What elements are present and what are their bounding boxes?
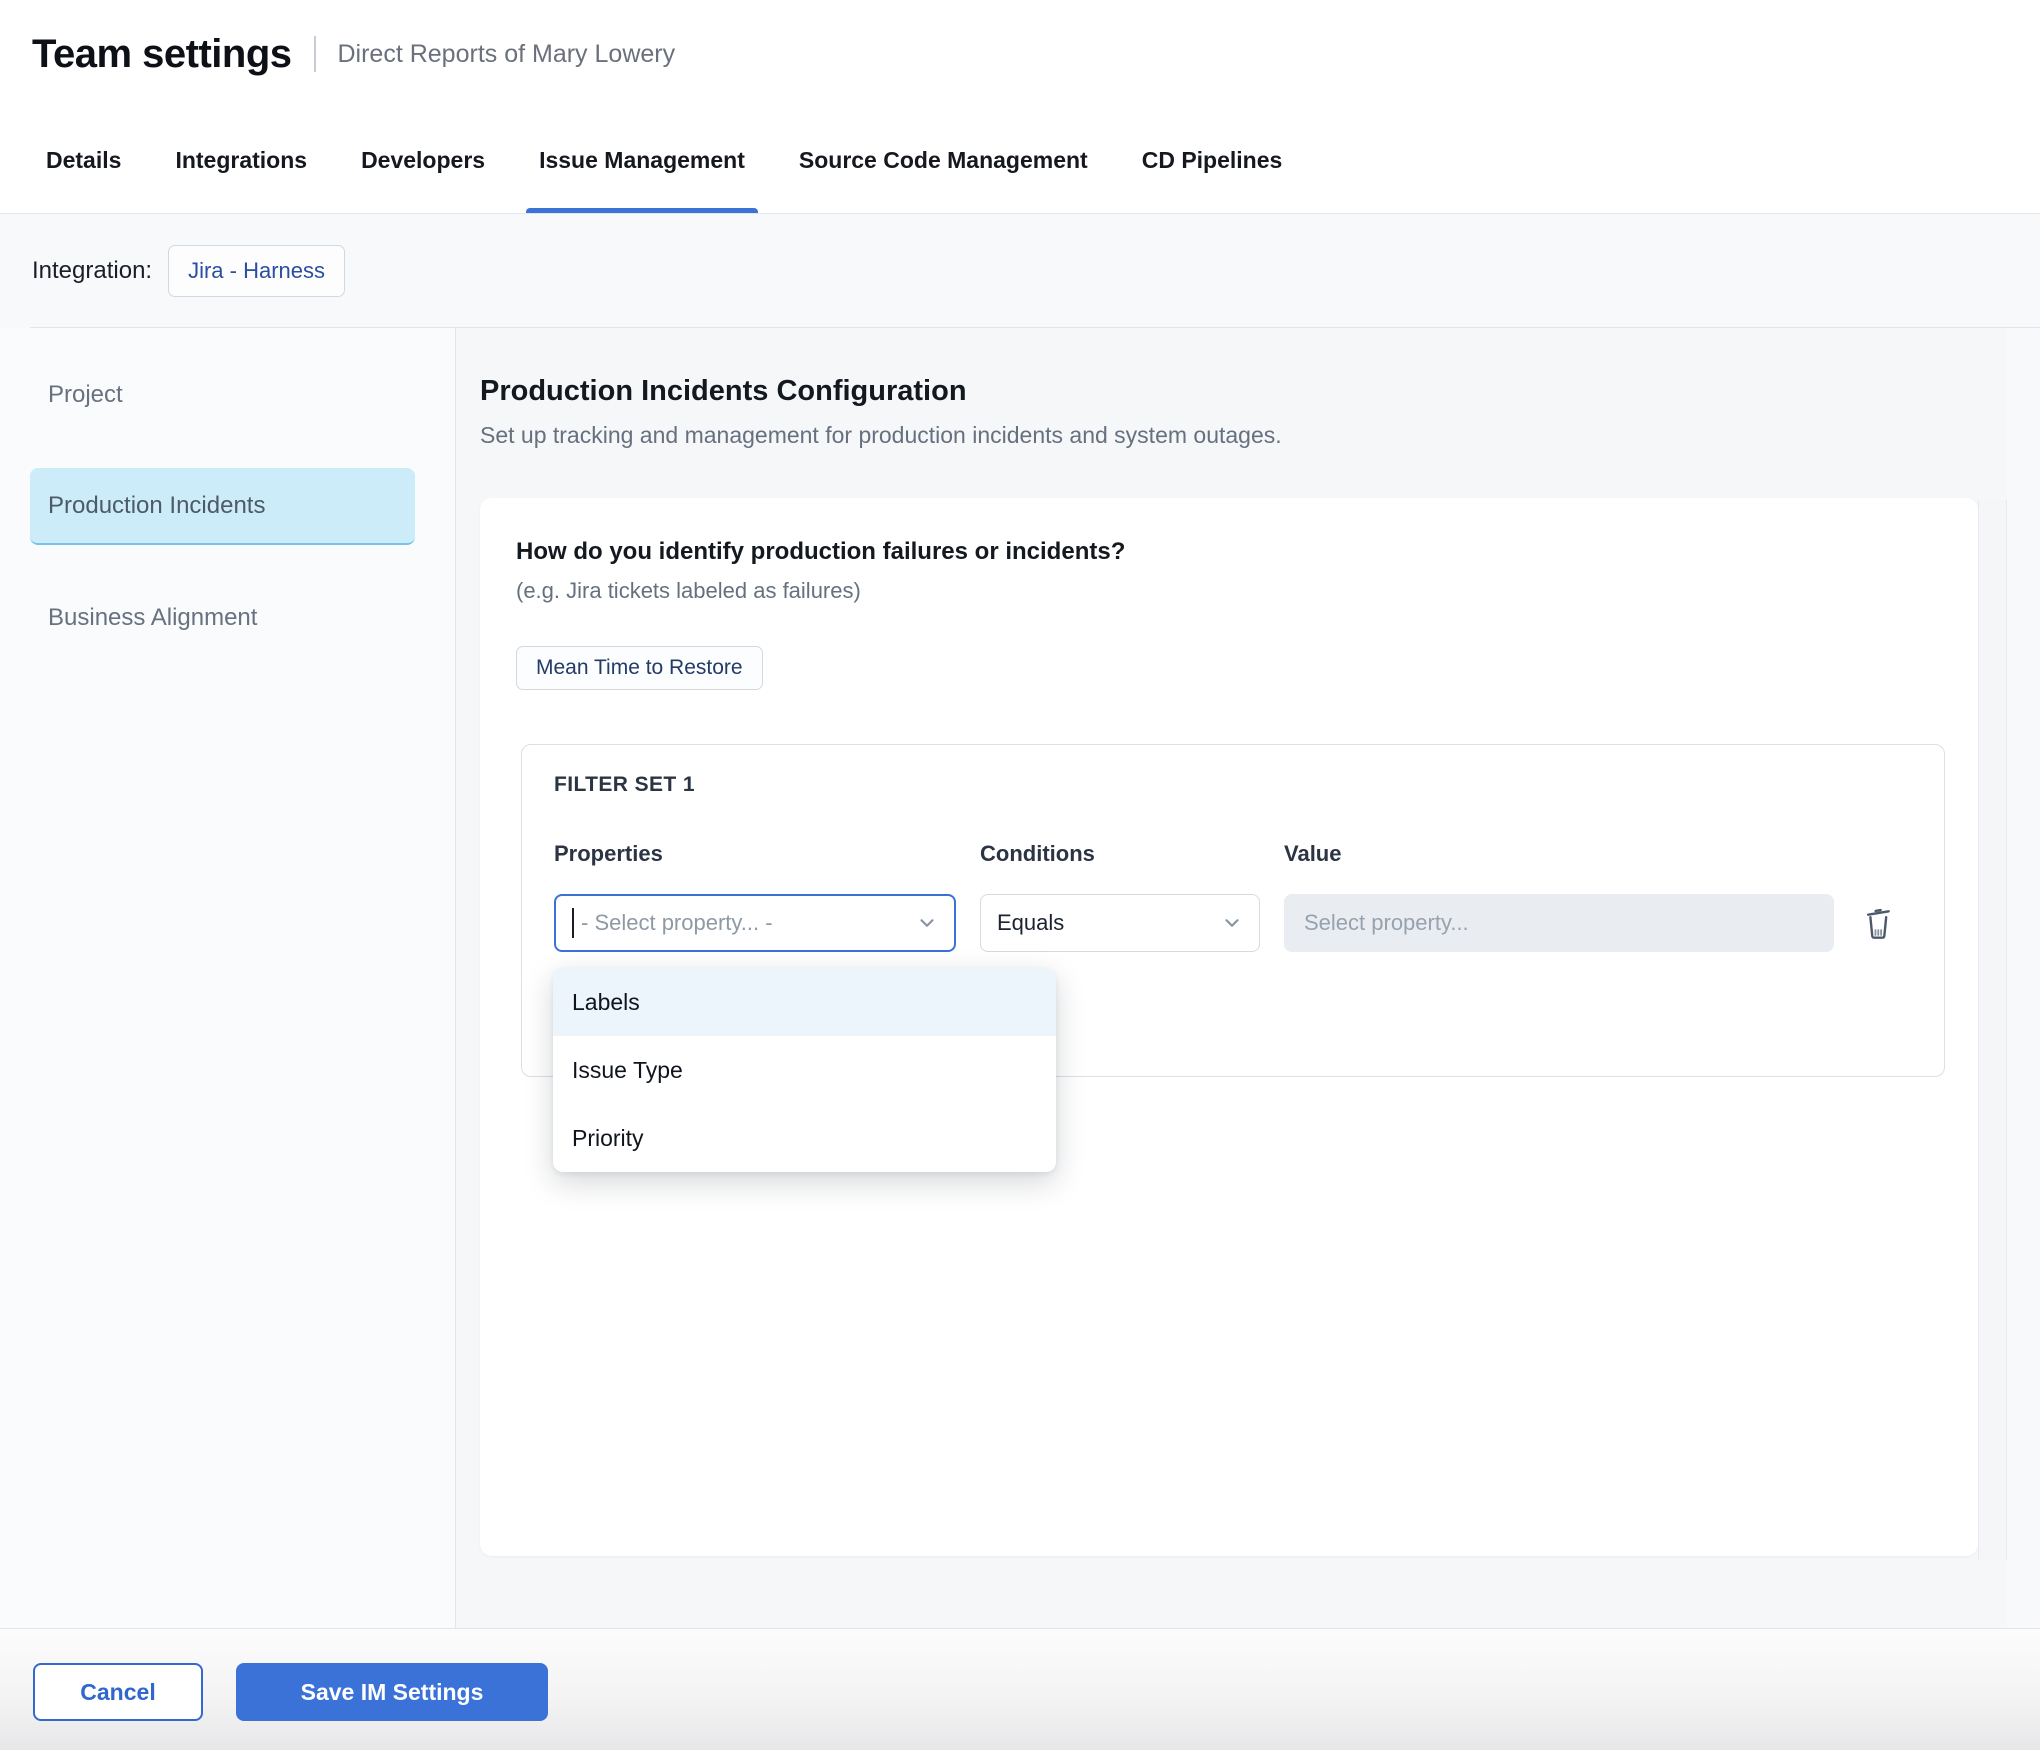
integration-row: Integration: Jira - Harness: [0, 214, 2040, 327]
section-description: Set up tracking and management for produ…: [480, 422, 2007, 449]
condition-select-value: Equals: [997, 910, 1064, 936]
value-column-label: Value: [1284, 841, 1834, 867]
footer-action-bar: Cancel Save IM Settings: [0, 1628, 2040, 1750]
property-dropdown-menu: Labels Issue Type Priority: [553, 968, 1056, 1172]
dropdown-option-labels[interactable]: Labels: [553, 968, 1056, 1036]
vertical-scrollbar-track[interactable]: [1978, 500, 2007, 1560]
conditions-column-label: Conditions: [980, 841, 1260, 867]
chevron-down-icon: [1221, 912, 1243, 934]
sidebar-item-business-alignment[interactable]: Business Alignment: [0, 585, 455, 651]
value-input[interactable]: [1284, 894, 1834, 952]
filter-set-card: FILTER SET 1 Properties Conditions Value…: [521, 744, 1945, 1077]
tab-details[interactable]: Details: [33, 108, 134, 213]
property-select[interactable]: - Select property... -: [554, 894, 956, 952]
page-header: Team settings Direct Reports of Mary Low…: [0, 0, 2040, 108]
trash-icon: [1861, 904, 1895, 942]
page-title: Team settings: [32, 32, 292, 77]
incidents-config-card: How do you identify production failures …: [480, 498, 1978, 1556]
dropdown-option-issue-type[interactable]: Issue Type: [553, 1036, 1056, 1104]
integration-chip[interactable]: Jira - Harness: [168, 245, 345, 297]
tab-developers[interactable]: Developers: [348, 108, 498, 213]
tab-bar: Details Integrations Developers Issue Ma…: [0, 108, 2040, 214]
settings-sidebar: Project Production Incidents Business Al…: [0, 328, 456, 1628]
question-heading: How do you identify production failures …: [516, 538, 1942, 566]
main-panel: Production Incidents Configuration Set u…: [456, 328, 2007, 1628]
title-separator: [314, 36, 316, 72]
filter-controls-row: - Select property... - Equals: [554, 894, 1912, 952]
text-cursor: [572, 908, 574, 938]
dropdown-option-priority[interactable]: Priority: [553, 1104, 1056, 1172]
condition-select[interactable]: Equals: [980, 894, 1260, 952]
tab-cd-pipelines[interactable]: CD Pipelines: [1129, 108, 1296, 213]
filter-set-title: FILTER SET 1: [554, 773, 1912, 797]
tab-source-code-management[interactable]: Source Code Management: [786, 108, 1101, 213]
question-hint: (e.g. Jira tickets labeled as failures): [516, 578, 1942, 604]
integration-label: Integration:: [32, 257, 152, 285]
filter-column-labels: Properties Conditions Value: [554, 841, 1912, 867]
property-select-placeholder: - Select property... -: [581, 910, 773, 936]
chevron-down-icon: [916, 912, 938, 934]
properties-column-label: Properties: [554, 841, 956, 867]
page-subtitle: Direct Reports of Mary Lowery: [338, 40, 676, 69]
sidebar-item-production-incidents[interactable]: Production Incidents: [30, 468, 415, 545]
mean-time-to-restore-chip[interactable]: Mean Time to Restore: [516, 646, 763, 690]
cancel-button[interactable]: Cancel: [33, 1663, 203, 1721]
sidebar-item-project[interactable]: Project: [0, 362, 455, 428]
delete-filter-button[interactable]: [1858, 899, 1898, 947]
tab-issue-management[interactable]: Issue Management: [526, 108, 758, 213]
tab-integrations[interactable]: Integrations: [162, 108, 320, 213]
section-title: Production Incidents Configuration: [480, 375, 2007, 408]
save-im-settings-button[interactable]: Save IM Settings: [236, 1663, 548, 1721]
